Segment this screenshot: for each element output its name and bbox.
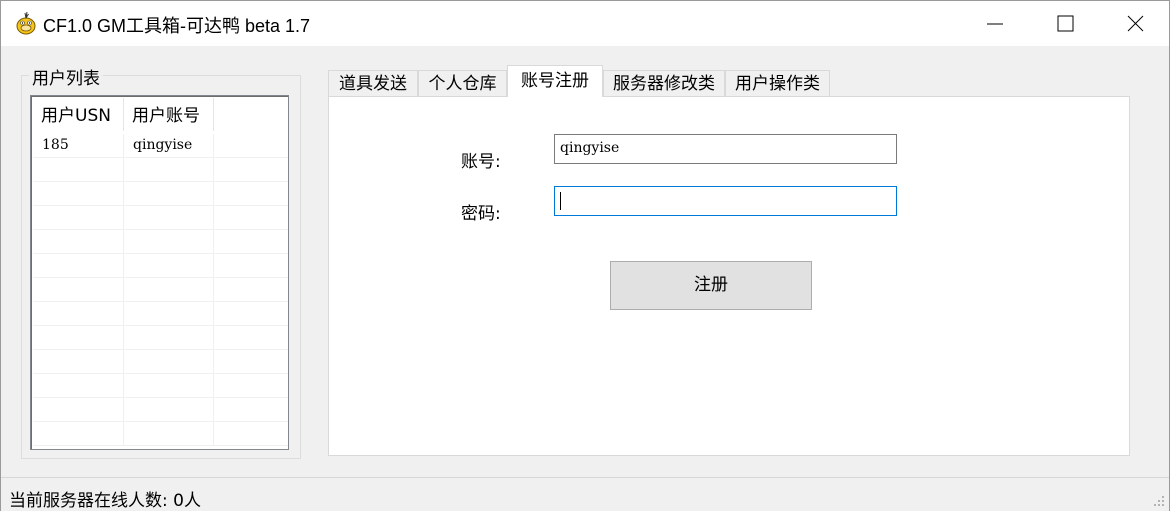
table-row-empty	[33, 230, 288, 254]
tab-personal-warehouse[interactable]: 个人仓库	[418, 70, 507, 96]
maximize-icon	[1057, 15, 1074, 32]
column-header-account[interactable]: 用户账号	[124, 98, 214, 131]
account-input[interactable]: qingyise	[554, 134, 897, 164]
cell-account: qingyise	[124, 134, 214, 158]
table-row[interactable]: 185 qingyise	[33, 134, 288, 158]
column-header-usn[interactable]: 用户USN	[33, 98, 124, 131]
table-row-empty	[33, 182, 288, 206]
user-list-title: 用户列表	[29, 64, 103, 89]
text-caret	[560, 192, 561, 210]
password-input[interactable]	[554, 186, 897, 216]
table-row-empty	[33, 422, 288, 446]
user-list-header: 用户USN 用户账号	[33, 98, 288, 131]
cell-usn: 185	[33, 134, 124, 158]
window-title: CF1.0 GM工具箱-可达鸭 beta 1.7	[43, 16, 311, 36]
table-row-empty	[33, 302, 288, 326]
table-row-empty	[33, 278, 288, 302]
maximize-button[interactable]	[1030, 1, 1100, 46]
status-bar: 当前服务器在线人数: 0人	[1, 477, 1169, 511]
title-bar[interactable]: CF1.0 GM工具箱-可达鸭 beta 1.7	[1, 1, 1169, 46]
psyduck-icon	[15, 11, 37, 35]
table-row-empty	[33, 206, 288, 230]
online-count-text: 当前服务器在线人数: 0人	[9, 491, 201, 511]
table-row-empty	[33, 158, 288, 182]
register-panel: 账号: qingyise 密码: 注册	[328, 96, 1130, 456]
close-icon	[1127, 15, 1144, 32]
password-label: 密码:	[461, 204, 501, 224]
table-row-empty	[33, 326, 288, 350]
resize-grip-icon[interactable]	[1153, 495, 1165, 507]
table-row-empty	[33, 350, 288, 374]
close-button[interactable]	[1100, 1, 1170, 46]
tab-item-send[interactable]: 道具发送	[328, 70, 418, 96]
tab-account-register[interactable]: 账号注册	[507, 65, 603, 97]
table-row-empty	[33, 374, 288, 398]
table-row-empty	[33, 254, 288, 278]
register-button[interactable]: 注册	[610, 261, 812, 310]
tab-user-operations[interactable]: 用户操作类	[725, 70, 830, 96]
tab-server-modify[interactable]: 服务器修改类	[603, 70, 725, 96]
main-window: CF1.0 GM工具箱-可达鸭 beta 1.7 用户列表 用户USN 用户账号	[0, 0, 1170, 511]
minimize-icon	[987, 23, 1003, 25]
minimize-button[interactable]	[960, 1, 1030, 46]
user-list-view[interactable]: 用户USN 用户账号 185 qingyise	[30, 95, 289, 450]
table-row-empty	[33, 398, 288, 422]
account-label: 账号:	[461, 152, 501, 172]
